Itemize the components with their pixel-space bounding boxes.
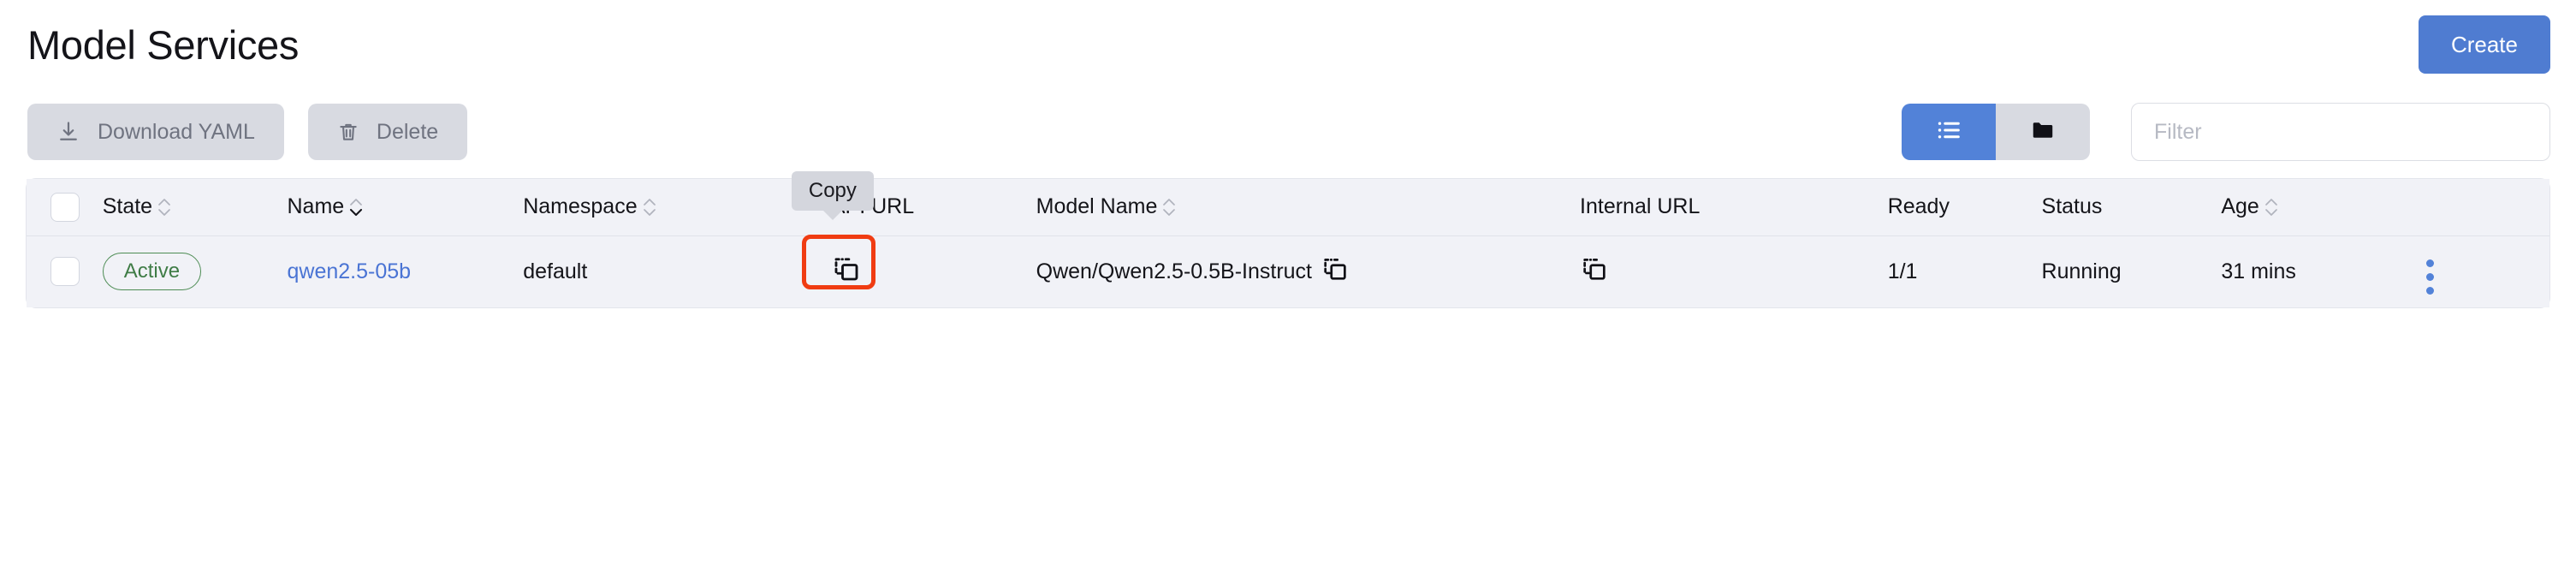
model-services-table: State Name Namespace URL Model Name Inte… bbox=[26, 170, 2550, 308]
kebab-menu-icon[interactable] bbox=[2426, 259, 2435, 295]
delete-label: Delete bbox=[376, 119, 439, 144]
header-age-label: Age bbox=[2221, 194, 2259, 219]
row-select-cell[interactable] bbox=[27, 235, 103, 307]
row-ready-cell: 1/1 bbox=[1887, 235, 2042, 307]
api-url-copy-wrapper: Copy bbox=[791, 170, 875, 290]
row-name-cell: qwen2.5-05b bbox=[287, 235, 524, 307]
row-api-url-cell: Copy bbox=[791, 170, 1036, 307]
header-internal-url-label: Internal URL bbox=[1580, 194, 1701, 219]
header-status-label: Status bbox=[2041, 194, 2103, 219]
header-state[interactable]: State bbox=[102, 179, 288, 236]
delete-button[interactable]: Delete bbox=[307, 104, 468, 160]
header-name-label: Name bbox=[287, 194, 345, 219]
status-badge: Active bbox=[102, 253, 202, 291]
service-name-link[interactable]: qwen2.5-05b bbox=[287, 259, 411, 283]
row-status-cell: Running bbox=[2041, 235, 2222, 307]
header-model-name-label: Model Name bbox=[1036, 194, 1158, 219]
download-icon bbox=[56, 120, 80, 144]
toolbar: Download YAML Delete bbox=[26, 99, 2550, 164]
row-internal-url-cell bbox=[1580, 235, 1888, 307]
view-folder-button[interactable] bbox=[1996, 104, 2090, 160]
page-header: Model Services Create bbox=[26, 0, 2550, 89]
copy-icon[interactable] bbox=[1321, 254, 1350, 289]
model-services-page: Model Services Create Download YAML Dele… bbox=[0, 0, 2576, 584]
sort-arrows-icon bbox=[349, 198, 363, 217]
model-name-text: Qwen/Qwen2.5-0.5B-Instruct bbox=[1036, 259, 1313, 283]
table-row[interactable]: Active qwen2.5-05b default Copy Qwen/Qwe… bbox=[27, 170, 2549, 307]
copy-icon[interactable] bbox=[831, 253, 862, 290]
toolbar-view-controls bbox=[1902, 103, 2550, 161]
create-button[interactable]: Create bbox=[2418, 15, 2550, 74]
page-title: Model Services bbox=[27, 21, 300, 68]
filter-input[interactable] bbox=[2131, 103, 2550, 161]
header-select-all[interactable] bbox=[27, 179, 103, 236]
trash-icon bbox=[337, 121, 359, 143]
row-actions-cell bbox=[2426, 235, 2549, 307]
list-view-icon bbox=[1934, 116, 1963, 149]
sort-arrows-icon bbox=[1162, 198, 1176, 217]
header-internal-url: Internal URL bbox=[1580, 179, 1888, 236]
folder-view-icon bbox=[2030, 117, 2056, 147]
row-age-cell: 31 mins bbox=[2221, 235, 2427, 307]
header-state-label: State bbox=[102, 194, 153, 219]
view-mode-toggle[interactable] bbox=[1902, 104, 2090, 160]
header-namespace-label: Namespace bbox=[523, 194, 638, 219]
row-state-cell: Active bbox=[102, 235, 288, 307]
sort-arrows-icon bbox=[157, 198, 171, 217]
copy-icon[interactable] bbox=[1580, 254, 1609, 289]
toolbar-actions: Download YAML Delete bbox=[27, 104, 468, 160]
header-model-name[interactable]: Model Name bbox=[1036, 179, 1581, 236]
header-name[interactable]: Name bbox=[287, 179, 524, 236]
sort-arrows-icon bbox=[643, 198, 656, 217]
header-ready: Ready bbox=[1887, 179, 2042, 236]
select-all-checkbox[interactable] bbox=[50, 192, 80, 222]
row-namespace-cell: default bbox=[523, 235, 831, 307]
header-age[interactable]: Age bbox=[2221, 179, 2427, 236]
row-checkbox[interactable] bbox=[50, 257, 80, 287]
header-actions bbox=[2426, 179, 2549, 236]
sort-arrows-icon bbox=[2264, 198, 2278, 217]
header-status: Status bbox=[2041, 179, 2222, 236]
copy-tooltip: Copy bbox=[791, 170, 874, 211]
download-yaml-label: Download YAML bbox=[98, 119, 255, 144]
row-model-name-cell: Qwen/Qwen2.5-0.5B-Instruct bbox=[1036, 235, 1581, 307]
header-ready-label: Ready bbox=[1887, 194, 1950, 219]
view-list-button[interactable] bbox=[1902, 104, 1996, 160]
table-header-row: State Name Namespace URL Model Name Inte… bbox=[27, 179, 2549, 236]
download-yaml-button[interactable]: Download YAML bbox=[27, 104, 284, 160]
header-namespace[interactable]: Namespace bbox=[523, 179, 831, 236]
